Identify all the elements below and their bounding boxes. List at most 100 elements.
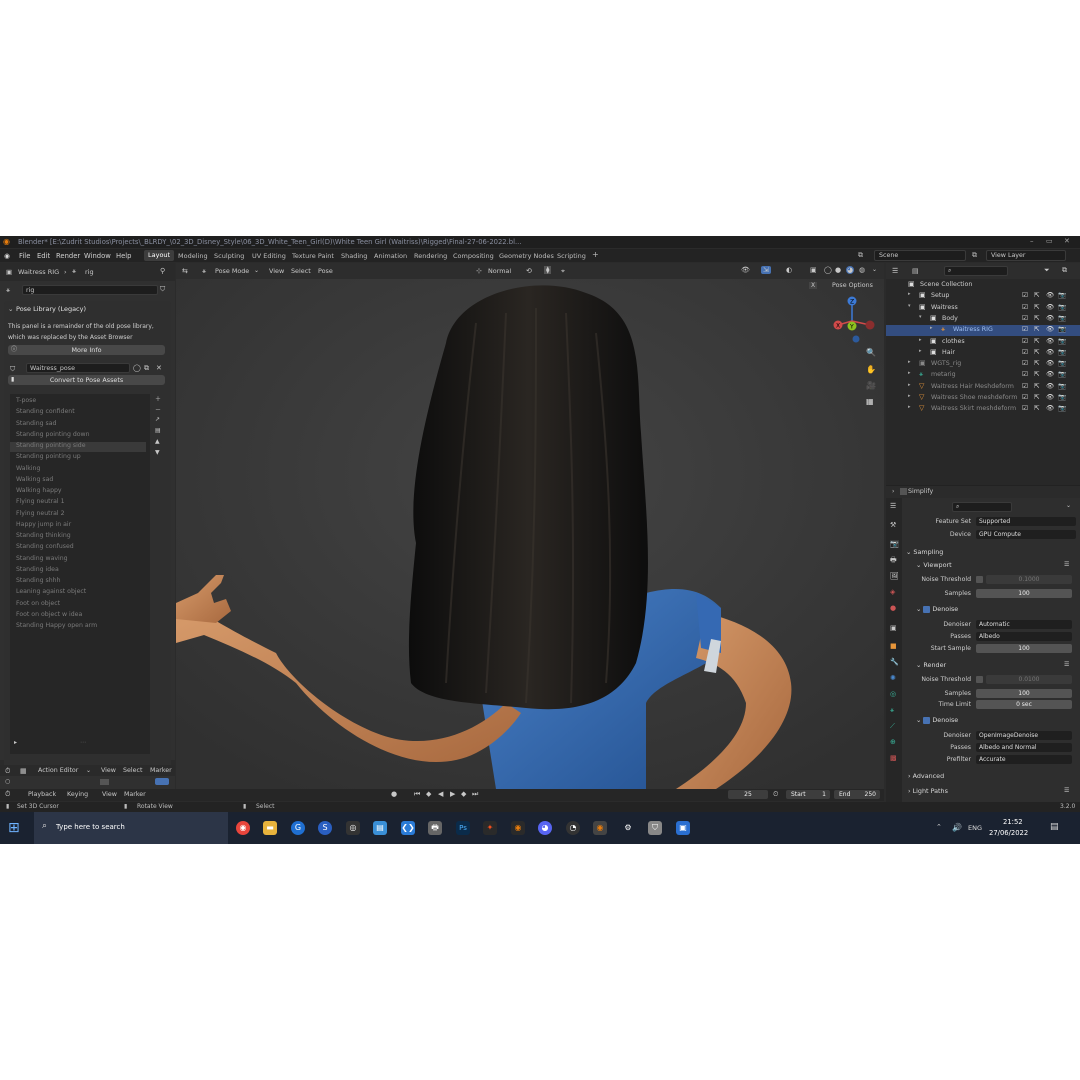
vp-menu-select[interactable]: Select — [291, 267, 311, 275]
tab-layout[interactable]: Layout — [144, 250, 175, 261]
outliner-editor-icon[interactable]: ☰ — [892, 267, 898, 275]
vp-denoise-checkbox[interactable] — [923, 605, 931, 613]
solid-shading-icon[interactable]: ● — [835, 266, 841, 274]
vscode-icon[interactable]: ❮❯ — [401, 821, 415, 835]
tab-scripting[interactable]: Scripting — [557, 252, 586, 260]
exclude-checkbox-icon[interactable]: ☑ — [1022, 314, 1028, 322]
expand-arrow-icon[interactable]: ▸ — [919, 348, 922, 354]
vp-denoise-toggle[interactable]: ⌄ Denoise — [916, 605, 958, 613]
tab-rendering[interactable]: Rendering — [414, 252, 447, 260]
more-info-button[interactable]: ⓘ More Info — [8, 345, 165, 355]
pose-list-item[interactable]: Standing idea — [16, 566, 59, 576]
vp-menu-view[interactable]: View — [269, 267, 284, 275]
pivot-icon[interactable]: ⟲ — [526, 267, 532, 275]
pose-list-item[interactable]: Leaning against object — [16, 588, 86, 598]
action-editor-mode[interactable]: Action Editor — [38, 767, 78, 774]
clock-icon[interactable]: ⏲ — [773, 790, 778, 799]
tab-shading[interactable]: Shading — [341, 252, 367, 260]
pose-list-item[interactable]: Standing waving — [16, 555, 68, 565]
pose-list-item[interactable]: Standing pointing side — [10, 442, 146, 452]
vp-denoiser-dropdown[interactable]: Automatic — [976, 620, 1072, 629]
outliner-item-label[interactable]: clothes — [942, 338, 965, 345]
render-camera-icon[interactable]: 📷 — [1058, 370, 1066, 378]
r-noise-threshold-field[interactable]: 0.0100 — [986, 675, 1072, 684]
exclude-checkbox-icon[interactable]: ☑ — [1022, 370, 1028, 378]
ae-menu-view[interactable]: View — [101, 767, 116, 774]
zoom-icon[interactable]: 🔍 — [866, 348, 876, 357]
timeline-editor-icon[interactable]: ⏱ — [5, 790, 10, 799]
panel-title[interactable]: Pose Library (Legacy) — [16, 305, 86, 313]
visibility-eye-icon[interactable]: 👁 — [1046, 370, 1054, 378]
photoshop-icon[interactable]: Ps — [456, 821, 470, 835]
viewport-subsection-header[interactable]: ⌄ Viewport — [916, 561, 952, 569]
selectable-icon[interactable]: ⇱ — [1034, 337, 1039, 345]
figma-icon[interactable]: ✦ — [483, 821, 497, 835]
obs-icon[interactable]: ◔ — [566, 821, 580, 835]
advanced-section-header[interactable]: › Advanced — [908, 772, 944, 780]
app-g-icon[interactable]: G — [291, 821, 305, 835]
pose-library-selector[interactable]: Waitress_pose — [26, 363, 130, 373]
render-camera-icon[interactable]: 📷 — [1058, 382, 1066, 390]
expand-arrow-icon[interactable]: ▸ — [930, 325, 933, 331]
expand-arrow-icon[interactable]: ▸ — [908, 393, 911, 399]
pose-list-item[interactable]: Foot on object w idea — [16, 611, 82, 621]
app-notes-icon[interactable]: ▤ — [373, 821, 387, 835]
selectable-icon[interactable]: ⇱ — [1034, 370, 1039, 378]
pose-list-item[interactable]: Walking — [16, 465, 40, 475]
mode-chevron-icon[interactable]: ⌄ — [254, 267, 259, 274]
visibility-icon[interactable]: 👁 — [741, 266, 750, 274]
visibility-eye-icon[interactable]: 👁 — [1046, 303, 1054, 311]
jump-end-icon[interactable]: ⏭ — [472, 790, 478, 799]
tab-uv-editing[interactable]: UV Editing — [252, 252, 286, 260]
3d-viewport[interactable]: ⇆ ⚹ Pose Mode ⌄ View Select Pose ⊹ Norma… — [176, 263, 884, 789]
chrome-icon[interactable]: ◉ — [236, 821, 250, 835]
pose-list-item[interactable]: Standing pointing down — [16, 431, 90, 441]
r-denoise-checkbox[interactable] — [923, 716, 931, 724]
expand-arrow-icon[interactable]: ▸ — [908, 359, 911, 365]
clock-date[interactable]: 27/06/2022 — [989, 829, 1028, 837]
visibility-eye-icon[interactable]: 👁 — [1046, 382, 1054, 390]
rendered-shading-icon[interactable]: ◍ — [859, 266, 865, 274]
vp-passes-dropdown[interactable]: Albedo — [976, 632, 1072, 641]
selectable-icon[interactable]: ⇱ — [1034, 314, 1039, 322]
properties-options-icon[interactable]: ⌄ — [1066, 502, 1071, 509]
pose-list-item[interactable]: Foot on object — [16, 600, 60, 610]
pose-list-item[interactable]: Flying neutral 1 — [16, 498, 65, 508]
windows-start-icon[interactable]: ⊞ — [8, 820, 20, 836]
render-camera-icon[interactable]: 📷 — [1058, 303, 1066, 311]
selectable-icon[interactable]: ⇱ — [1034, 325, 1039, 333]
current-frame-field[interactable]: 25 — [728, 790, 768, 799]
outliner-item-label[interactable]: Setup — [931, 292, 949, 299]
action-icon[interactable]: ⛉ — [10, 365, 15, 374]
render-camera-icon[interactable]: 📷 — [1058, 348, 1066, 356]
menu-window[interactable]: Window — [84, 252, 111, 260]
prev-keyframe-icon[interactable]: ◆ — [426, 790, 431, 798]
fake-user-icon[interactable]: ◯ — [133, 364, 141, 372]
view-layer-selector[interactable]: View Layer — [986, 250, 1066, 261]
tab-animation[interactable]: Animation — [374, 252, 407, 260]
exclude-checkbox-icon[interactable]: ☑ — [1022, 404, 1028, 412]
proportional-icon[interactable]: ⌖ — [561, 267, 565, 276]
outliner-item-label[interactable]: Waitress RIG — [953, 326, 993, 333]
tab-sculpting[interactable]: Sculpting — [214, 252, 244, 260]
outliner-item-label[interactable]: metarig — [931, 371, 956, 378]
move-up-icon[interactable]: ▲ — [155, 438, 160, 445]
exclude-checkbox-icon[interactable]: ☑ — [1022, 303, 1028, 311]
render-camera-icon[interactable]: 📷 — [1058, 314, 1066, 322]
menu-marker[interactable]: Marker — [124, 791, 146, 798]
next-keyframe-icon[interactable]: ◆ — [461, 790, 466, 798]
sanitize-icon[interactable]: ▤ — [155, 427, 161, 434]
armature-name[interactable]: rig — [85, 268, 94, 276]
apply-pose-icon[interactable]: ↗ — [155, 416, 160, 423]
selectable-icon[interactable]: ⇱ — [1034, 393, 1039, 401]
visibility-eye-icon[interactable]: 👁 — [1046, 337, 1054, 345]
resize-grip-icon[interactable]: ⋯ — [80, 739, 86, 746]
editor-type-icon[interactable]: ⇆ — [182, 267, 188, 275]
show-hidden-icons[interactable]: ⌃ — [936, 823, 942, 831]
tab-compositing[interactable]: Compositing — [453, 252, 494, 260]
vp-noise-threshold-checkbox[interactable] — [976, 576, 983, 583]
simplify-expand-icon[interactable]: › — [892, 488, 894, 495]
expand-arrow-icon[interactable]: ▸ — [908, 382, 911, 388]
duplicate-icon[interactable]: ⧉ — [144, 364, 149, 373]
pan-hand-icon[interactable]: ✋ — [866, 365, 876, 374]
